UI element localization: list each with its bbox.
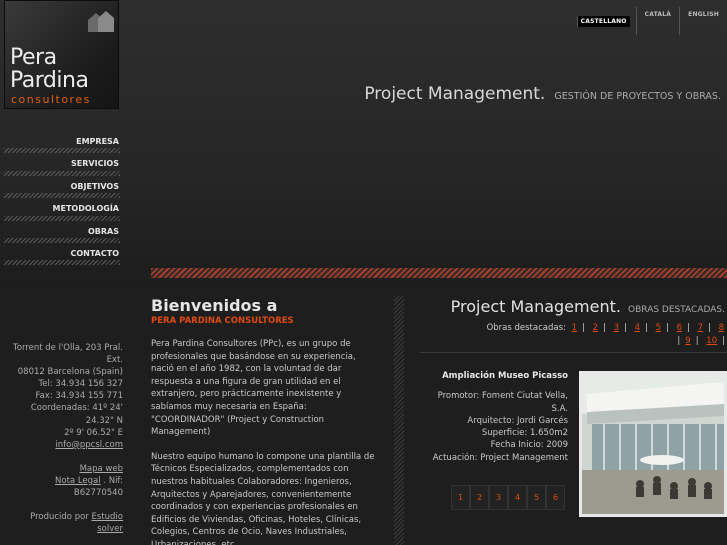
obras-link-5[interactable]: 5	[653, 323, 664, 333]
obras-link-7[interactable]: 7	[695, 323, 706, 333]
obras-link-3[interactable]: 3	[611, 323, 622, 333]
page-headline: Project Management. GESTIÓN DE PROYECTOS…	[364, 84, 721, 104]
project-details: Ampliación Museo Picasso Promotor: Fomen…	[420, 370, 568, 464]
project-fecha: Fecha Inicio: 2009	[490, 440, 568, 451]
obras-link-6[interactable]: 6	[674, 323, 685, 333]
obras-link-2[interactable]: 2	[590, 323, 601, 333]
project-title: Ampliación Museo Picasso	[442, 371, 568, 381]
pager-2[interactable]: 2	[470, 485, 489, 510]
museum-building-image	[582, 374, 724, 514]
welcome-paragraph: Nuestro equipo humano lo compone una pla…	[151, 451, 375, 545]
menu-item-servicios[interactable]: SERVICIOS	[0, 153, 124, 177]
address-fax: Fax: 34.934 155 771	[35, 391, 123, 402]
project-arquitecto: Arquitecto: Jordi Garcés	[467, 415, 568, 426]
address-coords: 2º 9' 06.52" E	[64, 427, 123, 438]
menu-item-metodologia[interactable]: METODOLOGÍA	[0, 198, 124, 221]
menu-item-obras[interactable]: OBRAS	[0, 221, 124, 244]
welcome-section: Bienvenidos a PERA PARDINA CONSULTORES P…	[151, 296, 379, 545]
menu-item-objetivos[interactable]: OBJETIVOS	[0, 176, 124, 199]
address-city: 08012 Barcelona (Spain)	[17, 367, 123, 378]
address-line: Torrent de l'Olla, 203 Pral.	[13, 343, 123, 353]
welcome-title: Bienvenidos a	[151, 296, 278, 315]
legal-link[interactable]: Nota Legal	[55, 476, 101, 486]
nif-value: B62770540	[73, 488, 123, 499]
welcome-paragraph: Pera Pardina Consultores (PPc), es un gr…	[151, 339, 356, 438]
project-promotor: Promotor: Foment Ciutat Vella, S.A.	[437, 391, 568, 414]
pager-6[interactable]: 6	[546, 485, 565, 510]
pager-5[interactable]: 5	[527, 485, 546, 510]
logo-line2: Pardina	[10, 68, 89, 93]
project-photo[interactable]	[579, 371, 727, 517]
projects-title: Project Management. OBRAS DESTACADAS.	[451, 297, 725, 316]
producer-link-2[interactable]: solver	[97, 524, 123, 534]
obras-link-1[interactable]: 1	[569, 323, 580, 333]
column-divider	[394, 296, 404, 545]
decorative-stripe	[151, 268, 727, 278]
nif-label: . Nif:	[103, 475, 123, 486]
project-actuacion: Actuación: Project Management	[432, 452, 568, 463]
image-pager: 1 2 3 4 5 6	[451, 485, 565, 510]
menu-item-empresa[interactable]: EMPRESA	[0, 131, 124, 154]
language-bar: CASTELLANO CATALÀ ENGLISH	[571, 7, 727, 35]
produced-label: Producido por	[30, 512, 89, 523]
obras-link-4[interactable]: 4	[632, 323, 643, 333]
obras-link-8[interactable]: 8	[716, 323, 727, 333]
address-coords: 24.32" N	[85, 415, 123, 426]
house-icon	[88, 11, 114, 32]
logo[interactable]: Pera Pardina consultores	[4, 0, 119, 109]
lang-catala[interactable]: CATALÀ	[635, 7, 680, 35]
pager-3[interactable]: 3	[489, 485, 508, 510]
headline-subtitle: GESTIÓN DE PROYECTOS Y OBRAS.	[554, 91, 721, 102]
obras-link-9[interactable]: 9	[682, 336, 693, 346]
section-divider	[420, 352, 727, 353]
menu-item-contacto[interactable]: CONTACTO	[0, 243, 124, 266]
pager-4[interactable]: 4	[508, 485, 527, 510]
project-superficie: Superficie: 1.650m2	[481, 428, 568, 439]
obras-nav: Obras destacadas: 1 | 2 | 3 | 4 | 5 | 6 | 7 | 8…	[486, 323, 727, 346]
address-coords: Coordenadas: 41º 24'	[30, 403, 123, 414]
main-menu: EMPRESA SERVICIOS OBJETIVOS METODOLOGÍA …	[0, 131, 124, 266]
pager-1[interactable]: 1	[451, 485, 470, 510]
logo-line3: consultores	[11, 93, 91, 106]
email-link[interactable]: info@ppcsl.com	[55, 440, 123, 450]
lang-english[interactable]: ENGLISH	[679, 7, 727, 35]
address-line: Ext.	[106, 355, 123, 366]
obras-nav-label: Obras destacadas:	[486, 323, 566, 333]
sitemap-link[interactable]: Mapa web	[80, 464, 123, 474]
projects-title-sub: OBRAS DESTACADAS.	[628, 305, 725, 315]
contact-address: Torrent de l'Olla, 203 Pral. Ext. 08012 …	[0, 342, 123, 535]
producer-link[interactable]: Estudio	[92, 512, 123, 522]
headline-title: Project Management.	[364, 84, 546, 104]
projects-title-main: Project Management.	[450, 297, 621, 316]
logo-line1: Pera	[10, 45, 57, 70]
obras-link-10[interactable]: 10	[703, 336, 720, 346]
address-tel: Tel: 34.934 156 327	[38, 379, 124, 390]
welcome-subtitle: PERA PARDINA CONSULTORES	[151, 316, 294, 326]
lang-castellano[interactable]: CASTELLANO	[576, 15, 630, 27]
